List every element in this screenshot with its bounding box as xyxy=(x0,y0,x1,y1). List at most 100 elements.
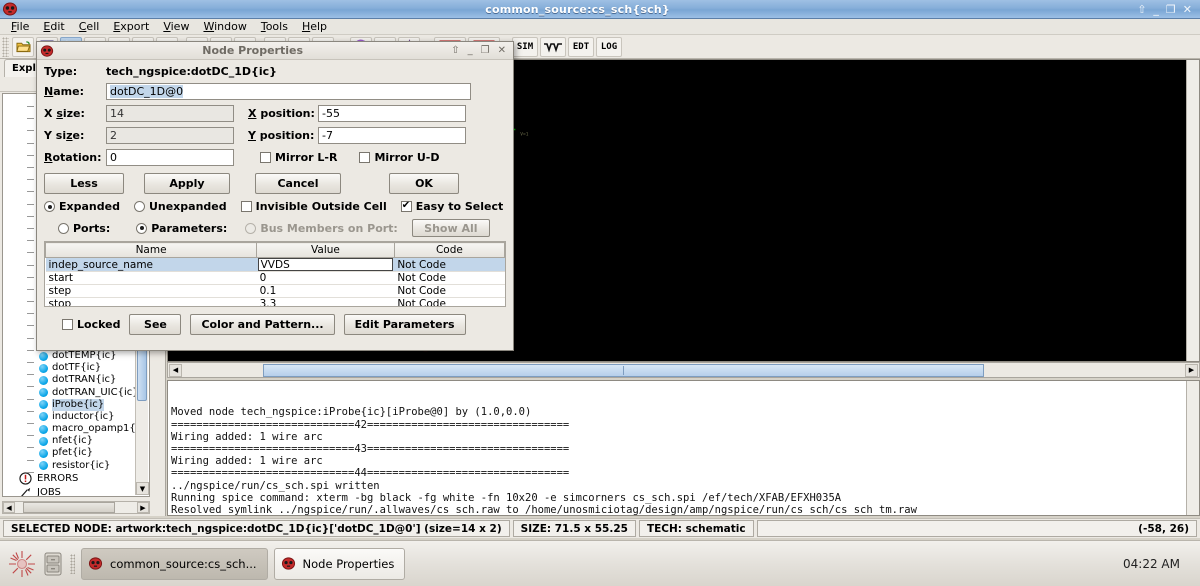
explorer-horizontal-scrollbar[interactable]: ◀ ▶ xyxy=(2,501,150,514)
taskbar-grip[interactable] xyxy=(70,553,75,574)
dialog-titlebar[interactable]: Node Properties ⇧ _ ❐ ✕ xyxy=(37,42,513,60)
tree-item[interactable]: iProbe{ic} xyxy=(3,398,149,412)
tree-item[interactable]: dotTF{ic} xyxy=(3,362,149,376)
maximize-icon[interactable]: ❐ xyxy=(1166,4,1176,15)
param-value-cell[interactable]: 0 xyxy=(256,271,395,285)
dialog-minimize-icon[interactable]: _ xyxy=(468,45,473,56)
scroll-right-icon[interactable]: ▶ xyxy=(137,502,149,513)
messages-console[interactable]: Moved node tech_ngspice:iProbe{ic}[iProb… xyxy=(167,380,1200,516)
parameters-radio-box[interactable] xyxy=(136,222,148,234)
parameters-table-row[interactable]: step 0.1 Not Code xyxy=(45,284,505,298)
edt-button[interactable]: EDT xyxy=(568,36,594,57)
canvas-vertical-scrollbar[interactable] xyxy=(1186,60,1199,361)
ypos-input[interactable]: -7 xyxy=(318,127,466,144)
node-properties-dialog[interactable]: Node Properties ⇧ _ ❐ ✕ Type: tech_ngspi… xyxy=(36,41,514,351)
param-name-cell[interactable]: stop xyxy=(45,297,257,306)
param-value-cell[interactable]: VVDS xyxy=(256,257,395,272)
param-value-editor[interactable]: VVDS xyxy=(257,258,394,271)
waveform-button[interactable] xyxy=(540,36,566,57)
close-icon[interactable]: ✕ xyxy=(1183,4,1192,15)
console-vertical-scrollbar[interactable] xyxy=(1186,381,1199,515)
log-button[interactable]: LOG xyxy=(596,36,622,57)
param-value-cell[interactable]: 0.1 xyxy=(256,284,395,298)
window-controls[interactable]: ⇧ _ ❐ ✕ xyxy=(1137,4,1192,15)
sim-button[interactable]: SIM xyxy=(512,36,538,57)
tree-jobs-node[interactable]: JOBS xyxy=(3,486,149,496)
ports-radio-box[interactable] xyxy=(58,222,69,234)
name-input[interactable]: dotDC_1D@0 xyxy=(106,83,471,100)
menu-tools[interactable]: Tools xyxy=(254,19,295,35)
menu-window[interactable]: Window xyxy=(196,19,253,35)
ports-radio[interactable]: Ports: xyxy=(58,222,110,235)
tree-item[interactable]: dotTRAN_UIC{ic} xyxy=(3,387,149,400)
locked-checkbox[interactable]: Locked xyxy=(62,318,120,331)
unexpanded-radio-box[interactable] xyxy=(133,201,145,212)
easy-to-select-checkbox[interactable]: Easy to Select xyxy=(400,200,503,213)
expanded-radio[interactable]: Expanded xyxy=(44,200,120,213)
param-name-cell[interactable]: step xyxy=(45,284,257,298)
menu-help[interactable]: Help xyxy=(295,19,334,35)
tree-errors-node[interactable]: ERRORS xyxy=(3,472,149,486)
scroll-down-icon[interactable]: ▼ xyxy=(136,482,149,495)
tree-item[interactable]: inductor{ic} xyxy=(3,411,149,424)
invisible-outside-cell-box[interactable] xyxy=(240,201,252,212)
param-code-cell[interactable]: Not Code xyxy=(394,271,505,285)
param-code-cell[interactable]: Not Code xyxy=(394,284,505,298)
ysize-input[interactable]: 2 xyxy=(106,127,234,144)
mirror-ud-checkbox[interactable]: Mirror U-D xyxy=(337,151,439,164)
invisible-outside-cell-checkbox[interactable]: Invisible Outside Cell xyxy=(240,200,387,213)
ok-button[interactable]: OK xyxy=(389,173,459,194)
hscroll-thumb[interactable] xyxy=(23,502,115,513)
tree-item[interactable]: dotTRAN{ic} xyxy=(3,374,149,388)
param-code-cell[interactable]: Not Code xyxy=(394,297,505,306)
less-button[interactable]: Less xyxy=(44,173,124,194)
tree-item[interactable]: nfet{ic} xyxy=(3,435,149,449)
dialog-close-icon[interactable]: ✕ xyxy=(498,45,506,56)
locked-box[interactable] xyxy=(62,319,73,330)
menu-file[interactable]: File xyxy=(4,19,36,35)
easy-to-select-box[interactable] xyxy=(400,200,412,212)
see-button[interactable]: See xyxy=(129,314,182,335)
file-cabinet-icon[interactable] xyxy=(42,551,64,577)
minimize-icon[interactable]: _ xyxy=(1153,4,1159,15)
apply-button[interactable]: Apply xyxy=(144,173,230,194)
taskbar-item-cs-sch[interactable]: common_source:cs_sch... xyxy=(81,547,268,580)
tree-item[interactable]: resistor{ic} xyxy=(3,460,149,473)
canvas-scroll-left-icon[interactable]: ◀ xyxy=(169,363,182,377)
scroll-left-icon[interactable]: ◀ xyxy=(3,502,15,513)
cancel-button[interactable]: Cancel xyxy=(255,173,341,194)
mirror-lr-checkbox[interactable]: Mirror L-R xyxy=(234,151,337,164)
start-menu-icon[interactable] xyxy=(8,550,36,578)
open-library-button[interactable] xyxy=(12,36,34,57)
rotation-input[interactable]: 0 xyxy=(106,149,234,166)
canvas-hscroll-thumb[interactable] xyxy=(263,363,984,377)
tree-item[interactable]: macro_opamp1{i xyxy=(3,423,149,437)
param-name-cell[interactable]: indep_source_name xyxy=(45,257,257,272)
canvas-horizontal-scrollbar[interactable]: ◀ ▶ xyxy=(167,362,1200,378)
hscroll-track[interactable] xyxy=(15,502,137,513)
parameters-table[interactable]: Name Value Code indep_source_name VVDS Not… xyxy=(44,241,506,307)
parameters-table-row[interactable]: stop 3.3 Not Code xyxy=(45,297,505,306)
xpos-input[interactable]: -55 xyxy=(318,105,466,122)
mirror-ud-box[interactable] xyxy=(359,152,371,163)
parameters-table-row[interactable]: start 0 Not Code xyxy=(45,271,505,285)
param-value-cell[interactable]: 3.3 xyxy=(256,297,395,306)
menu-export[interactable]: Export xyxy=(106,19,156,35)
expanded-radio-box[interactable] xyxy=(44,201,55,212)
parameters-table-row[interactable]: indep_source_name VVDS Not Code xyxy=(45,257,505,272)
menu-view[interactable]: View xyxy=(156,19,196,35)
rollup-icon[interactable]: ⇧ xyxy=(1137,4,1146,15)
canvas-hscroll-track[interactable] xyxy=(183,363,1184,377)
xsize-input[interactable]: 14 xyxy=(106,105,234,122)
parameters-radio[interactable]: Parameters: xyxy=(136,222,227,235)
tree-item[interactable]: pfet{ic} xyxy=(3,447,149,461)
menubar[interactable]: File Edit Cell Export View Window Tools … xyxy=(0,19,1200,35)
unexpanded-radio[interactable]: Unexpanded xyxy=(133,200,227,213)
taskbar-item-node-properties[interactable]: Node Properties xyxy=(273,547,406,580)
dialog-rollup-icon[interactable]: ⇧ xyxy=(451,45,459,56)
param-name-cell[interactable]: start xyxy=(45,271,257,285)
edit-parameters-button[interactable]: Edit Parameters xyxy=(343,314,466,335)
menu-cell[interactable]: Cell xyxy=(72,19,107,35)
toolbar-grip[interactable] xyxy=(2,36,9,57)
color-and-pattern-button[interactable]: Color and Pattern... xyxy=(190,314,335,335)
